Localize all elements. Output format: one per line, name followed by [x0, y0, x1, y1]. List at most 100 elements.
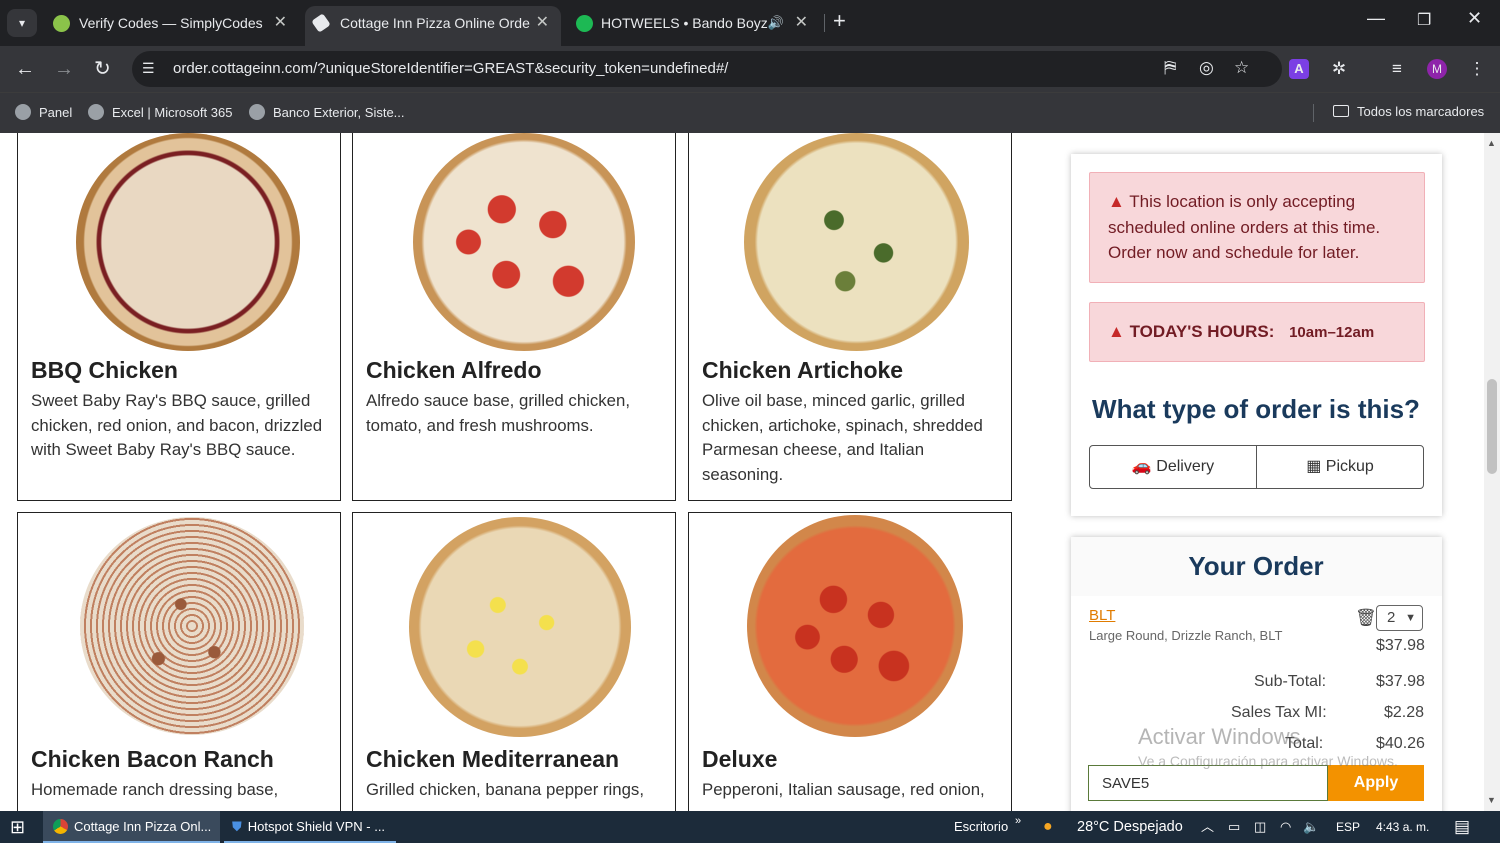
restore-button[interactable]: ❐	[1417, 10, 1431, 30]
promo-code-input[interactable]	[1088, 765, 1328, 801]
bookmark-star-icon[interactable]: ☆	[1234, 58, 1249, 78]
globe-icon	[15, 104, 31, 120]
warning-icon: ▲	[1108, 192, 1125, 211]
bookmark-excel[interactable]: Excel | Microsoft 365	[88, 104, 232, 120]
forward-icon[interactable]: →	[54, 57, 74, 81]
pizza-image	[413, 133, 635, 351]
pickup-button[interactable]: ▦ Pickup	[1256, 445, 1424, 489]
vpn-tray-icon[interactable]: ◫	[1254, 811, 1266, 843]
new-tab-button[interactable]: +	[833, 8, 846, 34]
taskbar-chrome[interactable]: Cottage Inn Pizza Onl...	[43, 811, 220, 843]
desktop-label[interactable]: Escritorio	[954, 811, 1008, 843]
hours-alert: ▲ TODAY'S HOURS: 10am–12am	[1089, 302, 1425, 362]
trash-icon[interactable]: 🗑	[1355, 608, 1377, 628]
apply-button[interactable]: Apply	[1328, 765, 1424, 801]
scroll-thumb[interactable]	[1487, 379, 1497, 474]
wifi-icon[interactable]: ◠	[1280, 811, 1291, 843]
tab-search-button[interactable]: ▾	[7, 9, 37, 37]
item-description: Alfredo sauce base, grilled chicken, tom…	[366, 391, 630, 435]
schedule-alert-text: This location is only accepting schedule…	[1108, 192, 1381, 262]
quantity-select[interactable]: 2 ▼	[1376, 605, 1423, 631]
order-item-desc: Large Round, Drizzle Ranch, BLT	[1089, 628, 1283, 643]
hours-label: TODAY'S HOURS:	[1129, 322, 1275, 341]
order-item-link[interactable]: BLT	[1089, 607, 1115, 624]
menu-icon[interactable]: ⋮	[1467, 59, 1487, 79]
windows-watermark: Activar Windows	[1138, 724, 1301, 749]
all-bookmarks[interactable]: Todos los marcadores	[1333, 104, 1484, 119]
reload-icon[interactable]: ↻	[94, 57, 111, 81]
chrome-icon	[53, 819, 68, 834]
subtotal-label: Sub-Total:	[1254, 673, 1327, 690]
warning-icon: ▲	[1108, 322, 1125, 341]
profile-avatar[interactable]: M	[1427, 59, 1447, 79]
item-description: Homemade ranch dressing base,	[31, 780, 279, 799]
menu-card-chicken-bacon-ranch[interactable]: Chicken Bacon Ranch Homemade ranch dress…	[17, 512, 341, 811]
bookmark-panel[interactable]: Panel	[15, 104, 72, 120]
tab-title: HOTWEELS • Bando Boyz, Y	[601, 15, 769, 31]
delivery-button[interactable]: 🚗 Delivery	[1089, 445, 1257, 489]
menu-card-chicken-artichoke[interactable]: Chicken Artichoke Olive oil base, minced…	[688, 133, 1012, 501]
extensions-icon[interactable]: ✲	[1328, 59, 1350, 79]
order-type-title: What type of order is this?	[1092, 394, 1420, 424]
page-scrollbar[interactable]: ▲ ▼	[1484, 133, 1500, 811]
scroll-down-icon[interactable]: ▼	[1487, 795, 1496, 805]
url-text[interactable]: order.cottageinn.com/?uniqueStoreIdentif…	[173, 51, 728, 87]
item-title: BBQ Chicken	[31, 357, 178, 383]
chevron-icon[interactable]: »	[1015, 805, 1021, 837]
media-control-icon[interactable]: ≡	[1386, 59, 1408, 79]
language-indicator[interactable]: ESP	[1336, 811, 1360, 843]
notifications-icon[interactable]: ▤	[1454, 811, 1470, 843]
item-title: Chicken Mediterranean	[366, 746, 620, 772]
volume-icon[interactable]: 🔈	[1303, 811, 1319, 843]
translate-icon[interactable]: ⛿	[1164, 58, 1176, 78]
item-description: Sweet Baby Ray's BBQ sauce, grilled chic…	[31, 391, 323, 460]
close-icon[interactable]: ✕	[795, 6, 808, 40]
store-icon: ▦	[1306, 458, 1322, 475]
chevron-down-icon: ▼	[1405, 612, 1416, 624]
clock[interactable]: 4:43 a. m.	[1376, 811, 1429, 843]
menu-card-deluxe[interactable]: Deluxe Pepperoni, Italian sausage, red o…	[688, 512, 1012, 811]
extension-a-icon[interactable]: A	[1289, 59, 1309, 79]
address-bar[interactable]: ☰ order.cottageinn.com/?uniqueStoreIdent…	[132, 51, 1282, 87]
item-description: Olive oil base, minced garlic, grilled c…	[702, 391, 983, 485]
minimize-button[interactable]: —	[1367, 8, 1385, 29]
simplycodes-icon	[53, 15, 70, 32]
page-icon	[311, 13, 331, 33]
pizza-image	[80, 517, 304, 735]
item-title: Chicken Bacon Ranch	[31, 746, 274, 772]
schedule-alert: ▲ This location is only accepting schedu…	[1089, 172, 1425, 283]
weather-text[interactable]: 28°C Despejado	[1077, 811, 1183, 843]
page-content: BBQ Chicken Sweet Baby Ray's BBQ sauce, …	[0, 133, 1500, 811]
menu-card-chicken-mediterranean[interactable]: Chicken Mediterranean Grilled chicken, b…	[352, 512, 676, 811]
windows-start-icon[interactable]: ⊞	[10, 811, 25, 843]
eye-off-icon[interactable]: ◎	[1199, 58, 1214, 78]
weather-icon: ●	[1043, 818, 1053, 835]
tab-cottage-inn[interactable]: Cottage Inn Pizza Online Order ✕	[305, 6, 561, 46]
globe-icon	[249, 104, 265, 120]
menu-card-chicken-alfredo[interactable]: Chicken Alfredo Alfredo sauce base, gril…	[352, 133, 676, 501]
tray-chevron-icon[interactable]: ︿	[1201, 811, 1214, 843]
back-icon[interactable]: ←	[15, 57, 35, 81]
windows-watermark-sub: Ve a Configuración para activar Windows.	[1138, 753, 1398, 769]
close-icon[interactable]: ✕	[274, 6, 287, 40]
globe-icon	[88, 104, 104, 120]
order-item-price: $37.98	[1376, 637, 1425, 654]
battery-icon[interactable]: ▭	[1228, 811, 1240, 843]
bookmark-banco[interactable]: Banco Exterior, Siste...	[249, 104, 405, 120]
close-window-button[interactable]: ✕	[1467, 8, 1482, 29]
hours-value: 10am–12am	[1289, 324, 1375, 341]
your-order-title: Your Order	[1188, 551, 1324, 581]
tab-strip: ▾ Verify Codes — SimplyCodes ✕ Cottage I…	[0, 0, 1500, 46]
bookmarks-bar: Panel Excel | Microsoft 365 Banco Exteri…	[0, 92, 1500, 133]
menu-card-bbq-chicken[interactable]: BBQ Chicken Sweet Baby Ray's BBQ sauce, …	[17, 133, 341, 501]
screen: ▾ Verify Codes — SimplyCodes ✕ Cottage I…	[0, 0, 1500, 843]
tax-value: $2.28	[1384, 704, 1425, 721]
folder-icon	[1333, 105, 1349, 117]
tab-spotify[interactable]: HOTWEELS • Bando Boyz, Y 🔊 ✕	[566, 6, 820, 40]
tab-simplycodes[interactable]: Verify Codes — SimplyCodes ✕	[44, 6, 299, 40]
taskbar-hotspot[interactable]: ⛊ Hotspot Shield VPN - ...	[224, 811, 396, 843]
close-icon[interactable]: ✕	[536, 6, 549, 40]
scroll-up-icon[interactable]: ▲	[1487, 138, 1496, 148]
site-info-icon[interactable]: ☰	[142, 60, 155, 77]
speaker-icon[interactable]: 🔊	[768, 6, 784, 40]
